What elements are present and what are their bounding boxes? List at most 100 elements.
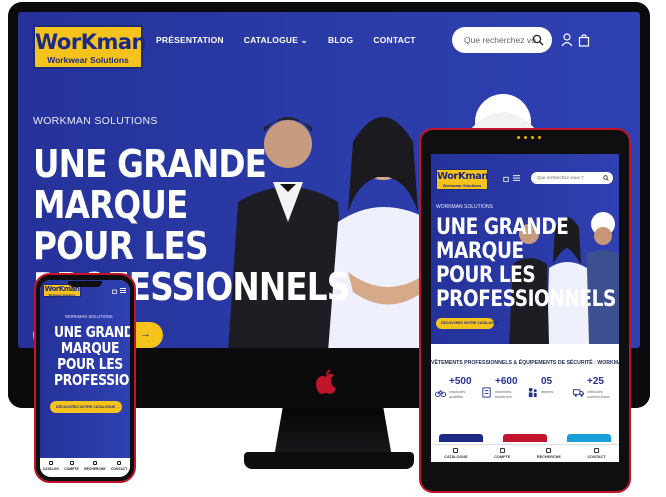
catalogue-cta-button[interactable]: DÉCOUVREZ NOTRE CATALOGUE →	[50, 401, 122, 413]
menu-icon[interactable]	[513, 175, 520, 181]
stat-value: +500	[449, 376, 472, 387]
stat-label: ateliers	[541, 390, 554, 394]
tab-label: COMPTE	[64, 467, 79, 471]
nav-presentation[interactable]: PRÉSENTATION	[156, 35, 224, 46]
stat-value: 05	[541, 376, 553, 387]
user-icon[interactable]	[561, 33, 573, 47]
tablet-camera	[517, 136, 541, 139]
desktop-menu: PRÉSENTATION CATALOGUE ⌄ BLOG CONTACT	[156, 35, 416, 46]
hero-kicker: WORKMAN SOLUTIONS	[33, 115, 158, 127]
tab-label: CONTACT	[110, 467, 128, 471]
stat-item: 05 ateliers	[527, 376, 571, 416]
desktop-search-input[interactable]: Que recherchez vous ?	[452, 27, 552, 53]
document-icon	[482, 387, 491, 398]
tab-contact[interactable]: CONTACT	[587, 448, 606, 462]
search-icon	[546, 448, 552, 453]
tab-catalog[interactable]: CATALOG	[43, 461, 59, 477]
device-mockup-stage: WorKman Workwear Solutions PRÉSENTATION …	[0, 0, 666, 497]
hero-title-line: MARQUE	[60, 339, 120, 357]
hero-title-line: MARQUE	[33, 183, 188, 227]
logo-tagline: Workwear Solutions	[47, 55, 129, 65]
tab-label: CONTACT	[587, 455, 606, 459]
search-icon	[92, 461, 97, 465]
stat-label: machines modernes	[495, 390, 512, 399]
tablet-screen: WorKman Workwear Solutions Que recherche…	[431, 154, 619, 462]
workers-icon	[528, 387, 537, 398]
logo-brand: WorKman	[437, 171, 489, 182]
catalogue-cta-button[interactable]: DÉCOUVREZ NOTRE CATALOGUE →	[436, 318, 503, 329]
phone-screen: WorKman Workwear Solutions WORKMAN SOLUT…	[40, 280, 130, 477]
hero-title-line: POUR LES	[33, 224, 208, 268]
chevron-down-icon: ⌄	[298, 35, 308, 45]
hero-title-line: POUR LES	[57, 355, 123, 373]
hero-title-line: PROFESSIONNELS	[436, 287, 616, 312]
nav-blog[interactable]: BLOG	[328, 35, 353, 46]
stats-row: +500 employés qualifiés +600 machines mo…	[435, 376, 617, 416]
stat-label: employés qualifiés	[449, 390, 466, 399]
tab-label: COMPTE	[494, 455, 511, 459]
search-icon[interactable]	[532, 34, 544, 46]
tablet-search-input[interactable]: Que recherchez vous ?	[531, 172, 613, 184]
hero-title-line: PROFESSIONNEL	[54, 371, 130, 389]
bike-icon	[435, 389, 446, 398]
monitor-stand-base	[244, 452, 414, 469]
arrow-right-icon: →	[140, 328, 151, 340]
search-placeholder: Que recherchez vous ?	[464, 35, 536, 45]
home-icon	[48, 461, 53, 465]
tab-recherche[interactable]: RECHERCHE	[84, 461, 106, 477]
nav-catalogue-label: CATALOGUE	[243, 35, 299, 45]
user-icon	[499, 448, 505, 453]
category-card[interactable]	[439, 434, 483, 442]
tab-label: CATALOGUE	[444, 455, 468, 459]
stat-item: +500 employés qualifiés	[435, 376, 479, 416]
bag-icon[interactable]	[578, 33, 590, 47]
hero-kicker: WORKMAN SOLUTIONS	[436, 204, 493, 210]
logo-tagline: Workwear Solutions	[442, 183, 482, 188]
phone-notch	[68, 281, 102, 287]
nav-catalogue[interactable]: CATALOGUE ⌄	[244, 35, 308, 46]
tab-compte[interactable]: COMPTE	[494, 448, 510, 462]
mail-icon	[594, 448, 600, 453]
nav-contact[interactable]: CONTACT	[373, 35, 415, 46]
logo-tagline: Workwear Solutions	[48, 293, 76, 297]
workman-logo[interactable]: WorKman Workwear Solutions	[436, 169, 489, 190]
tablet-device: WorKman Workwear Solutions Que recherche…	[419, 128, 631, 493]
workman-logo[interactable]: WorKman Workwear Solutions	[33, 25, 146, 69]
hero-title-line: UNE GRANDE	[54, 323, 130, 341]
stat-item: +600 machines modernes	[481, 376, 525, 416]
desktop-navbar: WorKman Workwear Solutions PRÉSENTATION …	[18, 12, 640, 70]
search-icon[interactable]	[603, 175, 609, 181]
stat-label: véhicules commerciaux	[587, 390, 610, 399]
truck-icon	[573, 389, 584, 397]
section-heading: VÊTEMENTS PROFESSIONNELS & ÉQUIPEMENTS D…	[431, 360, 619, 366]
category-card[interactable]	[567, 434, 611, 442]
hero-title: UNE GRANDE MARQUE POUR LES PROFESSIONNEL…	[436, 216, 616, 312]
tab-catalogue[interactable]: CATALOGUE	[444, 448, 468, 462]
tab-recherche[interactable]: RECHERCHE	[537, 448, 561, 462]
hero-title-line: POUR LES	[436, 263, 536, 288]
bag-icon[interactable]	[112, 288, 117, 294]
tablet-hero: WorKman Workwear Solutions Que recherche…	[431, 154, 619, 344]
bag-icon[interactable]	[503, 175, 509, 182]
tab-compte[interactable]: COMPTE	[64, 461, 79, 477]
hero-title-line: UNE GRANDE	[33, 142, 267, 186]
stat-item: +25 véhicules commerciaux	[573, 376, 617, 416]
logo-brand: WorKman	[35, 30, 146, 54]
mail-icon	[117, 461, 122, 465]
tab-contact[interactable]: CONTACT	[111, 461, 127, 477]
tablet-tabbar: CATALOGUE COMPTE RECHERCHE CONTACT	[431, 444, 619, 462]
category-card[interactable]	[503, 434, 547, 442]
hero-title-line: MARQUE	[436, 239, 524, 264]
home-icon	[453, 448, 459, 453]
phone-tabbar: CATALOG COMPTE RECHERCHE CONTACT	[40, 458, 130, 477]
stat-value: +600	[495, 376, 518, 387]
menu-icon[interactable]	[120, 288, 126, 293]
hero-title: UNE GRANDE MARQUE POUR LES PROFESSIONNEL	[54, 323, 130, 389]
phone-hero: WorKman Workwear Solutions WORKMAN SOLUT…	[40, 280, 130, 458]
phone-device: WorKman Workwear Solutions WORKMAN SOLUT…	[34, 273, 136, 483]
stat-value: +25	[587, 376, 604, 387]
tab-label: RECHERCHE	[84, 467, 106, 471]
cta-label: DÉCOUVREZ NOTRE CATALOGUE →	[441, 321, 504, 325]
user-icon	[69, 461, 74, 465]
monitor-stand	[274, 408, 392, 456]
